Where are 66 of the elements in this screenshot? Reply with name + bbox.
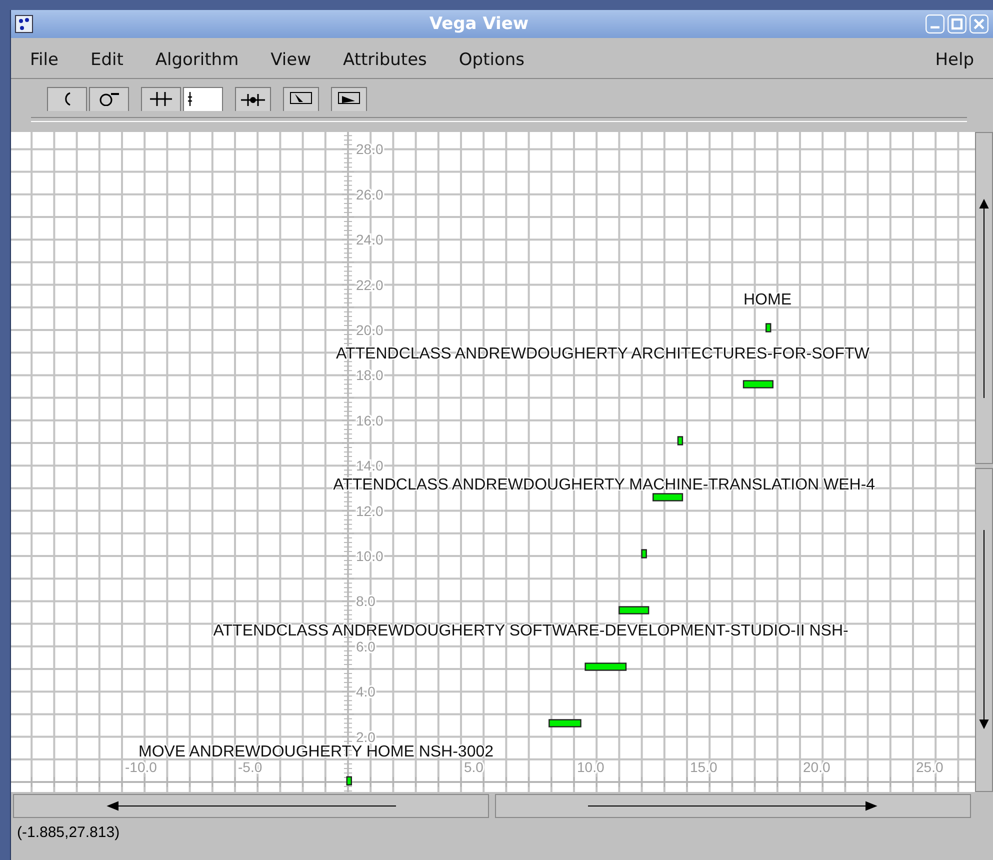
cursor-coordinates: (-1.885,27.813) <box>17 824 120 841</box>
interval-bar <box>548 719 582 728</box>
menu-item[interactable]: File <box>20 50 68 70</box>
scroll-left-button[interactable] <box>13 794 489 818</box>
x-tick-label: 25.0 <box>916 759 944 775</box>
toolbar-button[interactable] <box>283 87 319 111</box>
interval-bar <box>584 662 627 671</box>
y-tick-label: 20.0 <box>356 322 384 338</box>
x-tick-label: 5.0 <box>464 759 484 775</box>
crosshair-icon <box>241 92 265 106</box>
y-tick-label: 8.0 <box>356 593 376 610</box>
y-tick-label: 6.0 <box>356 638 376 654</box>
node-label: ATTENDCLASS ANDREWDOUGHERTY ARCHITECTURES-FOR-SOFTW <box>336 346 870 363</box>
x-tick-label: 20.0 <box>803 759 830 775</box>
x-tick-label: -10.0 <box>125 759 157 775</box>
menu-item[interactable]: Options <box>448 50 534 70</box>
menu-item[interactable]: Algorithm <box>145 50 249 70</box>
up-arrow-icon <box>979 198 989 398</box>
node-label: ATTENDCLASS ANDREWDOUGHERTY SOFTWARE-DEVELOPMENT-STUDIO-II NSH- <box>213 622 848 640</box>
toolbar-button[interactable] <box>47 87 87 111</box>
interval-bar <box>346 776 352 786</box>
y-tick-label: 16.0 <box>356 412 384 428</box>
y-tick-label: 24.0 <box>356 232 384 248</box>
window-title: Vega View <box>428 14 530 34</box>
node-label: HOME <box>744 291 792 308</box>
toolbar-button[interactable] <box>89 87 129 111</box>
scroll-down-button[interactable] <box>975 468 993 792</box>
y-tick-label: 14.0 <box>356 458 384 474</box>
y-tick-label: 26.0 <box>356 186 384 202</box>
node-label: ATTENDCLASS ANDREWDOUGHERTY MACHINE-TRANSLATION WEH-4 <box>333 476 876 494</box>
y-tick-label: 18.0 <box>356 367 384 384</box>
toolbar-button[interactable] <box>183 87 223 111</box>
x-tick-label: 10.0 <box>577 759 604 775</box>
interval-bar <box>618 606 650 614</box>
pointer-icon <box>290 92 312 104</box>
left-arrow-icon <box>106 801 396 811</box>
menu-item[interactable]: View <box>260 50 321 70</box>
scroll-right-button[interactable] <box>495 794 971 818</box>
ruler-icon <box>187 92 193 106</box>
menu-item[interactable]: Edit <box>80 50 134 70</box>
toolbar-button[interactable] <box>235 87 271 111</box>
menu-item[interactable]: Attributes <box>332 50 437 70</box>
y-tick-label: 2.0 <box>356 728 376 745</box>
grid-icon <box>150 92 172 106</box>
y-tick-label: 4.0 <box>356 684 376 700</box>
toolbar-button[interactable] <box>331 87 367 111</box>
app-icon <box>15 15 33 33</box>
y-tick-label: 22.0 <box>356 276 384 293</box>
toolbar-button[interactable] <box>141 87 181 111</box>
interval-bar <box>766 323 772 332</box>
circle-icon <box>99 92 119 106</box>
interval-bar <box>677 436 684 446</box>
down-arrow-icon <box>979 530 989 730</box>
x-tick-label: 15.0 <box>690 759 718 775</box>
y-tick-label: 12.0 <box>356 502 384 519</box>
curve-icon <box>63 92 71 106</box>
x-tick-label: -5.0 <box>238 759 262 775</box>
y-tick-label: 10.0 <box>356 548 384 564</box>
scroll-up-button[interactable] <box>975 132 993 464</box>
menu-item[interactable]: Help <box>925 50 984 70</box>
right-arrow-icon <box>588 801 878 811</box>
node-label: MOVE ANDREWDOUGHERTY HOME NSH-3002 <box>138 743 494 760</box>
interval-bar <box>652 493 684 502</box>
interval-bar <box>742 380 774 388</box>
y-tick-label: 28.0 <box>356 141 384 158</box>
interval-bar <box>641 549 647 558</box>
